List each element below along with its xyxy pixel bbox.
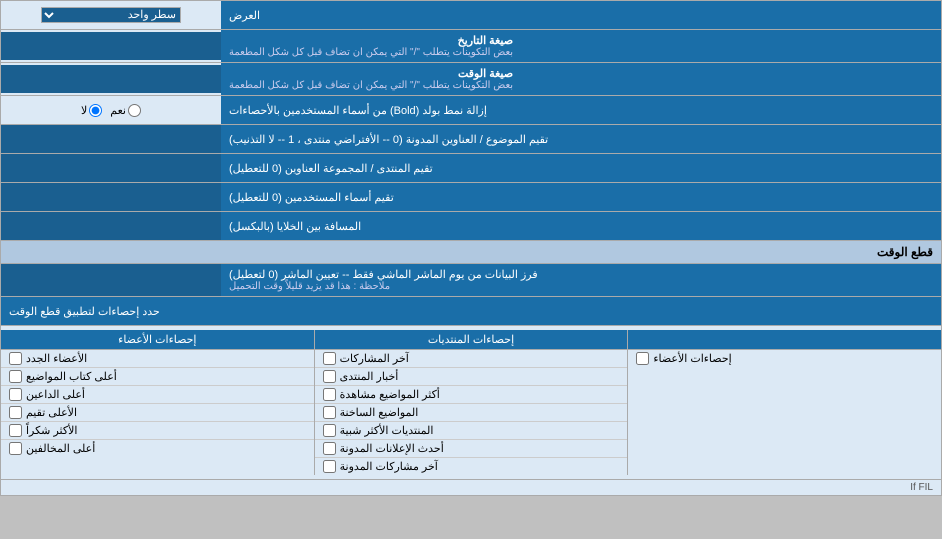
checkbox-col2: آخر المشاركات أخبار المنتدى أكثر المواضي… — [314, 350, 628, 475]
forum-order-row: تقيم المنتدى / المجموعة العناوين (0 للتع… — [1, 154, 941, 183]
list-item: آخر مشاركات المدونة — [315, 458, 628, 475]
checkbox-col2-3[interactable] — [323, 406, 336, 419]
checkbox-col2-2[interactable] — [323, 388, 336, 401]
checkbox-col1: الأعضاء الجدد أعلى كتاب المواضيع أعلى ال… — [1, 350, 314, 475]
list-item: الأكثر شكراً — [1, 422, 314, 440]
list-item: أعلى كتاب المواضيع — [1, 368, 314, 386]
list-item: أعلى المخالفين — [1, 440, 314, 457]
time-format-input[interactable]: H:i — [5, 70, 217, 88]
checkbox-col1-1[interactable] — [9, 370, 22, 383]
topics-order-input-area: 33 — [1, 125, 221, 153]
topics-order-label: تقيم الموضوع / العناوين المدونة (0 -- ال… — [221, 125, 941, 153]
list-item: الأعلى تقيم — [1, 404, 314, 422]
checkbox-col2-4[interactable] — [323, 424, 336, 437]
space-between-input-area: 2 — [1, 212, 221, 240]
radio-no[interactable] — [89, 104, 102, 117]
checkbox-col3: إحصاءات الأعضاء — [627, 350, 941, 475]
list-item: المنتديات الأكثر شبية — [315, 422, 628, 440]
remove-bold-radio-area: نعم لا — [1, 96, 221, 124]
filter-note: If FIL — [1, 480, 941, 495]
checkbox-col1-3[interactable] — [9, 406, 22, 419]
display-row: العرض سطر واحد سطرين ثلاثة أسطر — [1, 1, 941, 30]
checkbox-col2-1[interactable] — [323, 370, 336, 383]
fetch-input[interactable]: 0 — [5, 271, 217, 289]
checkbox-col2-5[interactable] — [323, 442, 336, 455]
checkbox-header-row: إحصاءات المنتديات إحصاءات الأعضاء — [1, 330, 941, 350]
date-format-label: صيغة التاريخ بعض التكوينات يتطلب "/" الت… — [221, 30, 941, 62]
forum-order-input-area: 33 — [1, 154, 221, 182]
display-select-area: سطر واحد سطرين ثلاثة أسطر — [1, 1, 221, 29]
time-format-label: صيغة الوقت بعض التكوينات يتطلب "/" التي … — [221, 63, 941, 95]
users-order-input-area: 0 — [1, 183, 221, 211]
checkbox-col2-6[interactable] — [323, 460, 336, 473]
checkbox-col1-header: إحصاءات الأعضاء — [1, 330, 314, 349]
time-format-input-area: H:i — [1, 65, 221, 93]
checkbox-col1-5[interactable] — [9, 442, 22, 455]
display-select[interactable]: سطر واحد سطرين ثلاثة أسطر — [41, 7, 181, 23]
restrict-label: حدد إحصاءات لتطبيق قطع الوقت — [1, 297, 941, 325]
topics-order-row: تقيم الموضوع / العناوين المدونة (0 -- ال… — [1, 125, 941, 154]
topics-order-input[interactable]: 33 — [5, 130, 217, 148]
space-between-input[interactable]: 2 — [5, 217, 217, 235]
checkbox-col2-header: إحصاءات المنتديات — [314, 330, 628, 349]
time-section-header: قطع الوقت — [1, 241, 941, 264]
restrict-row: حدد إحصاءات لتطبيق قطع الوقت — [1, 297, 941, 326]
checkbox-col1-4[interactable] — [9, 424, 22, 437]
fetch-label: فرز البيانات من يوم الماشر الماشي فقط --… — [221, 264, 941, 296]
forum-order-label: تقيم المنتدى / المجموعة العناوين (0 للتع… — [221, 154, 941, 182]
date-format-input-area: d-m — [1, 32, 221, 60]
space-between-label: المسافة بين الخلايا (بالبكسل) — [221, 212, 941, 240]
checkbox-col2-0[interactable] — [323, 352, 336, 365]
space-between-row: المسافة بين الخلايا (بالبكسل) 2 — [1, 212, 941, 241]
list-item: المواضيع الساخنة — [315, 404, 628, 422]
checkbox-col3-header — [627, 330, 941, 349]
checkbox-col1-0[interactable] — [9, 352, 22, 365]
fetch-input-area: 0 — [1, 264, 221, 296]
list-item: أكثر المواضيع مشاهدة — [315, 386, 628, 404]
list-item: أعلى الداعين — [1, 386, 314, 404]
remove-bold-row: إزالة نمط بولد (Bold) من أسماء المستخدمي… — [1, 96, 941, 125]
display-label: العرض — [221, 1, 941, 29]
date-format-row: صيغة التاريخ بعض التكوينات يتطلب "/" الت… — [1, 30, 941, 63]
users-order-row: تقيم أسماء المستخدمين (0 للتعطيل) 0 — [1, 183, 941, 212]
list-item: إحصاءات الأعضاء — [628, 350, 941, 367]
radio-no-label[interactable]: لا — [81, 104, 102, 117]
main-container: العرض سطر واحد سطرين ثلاثة أسطر صيغة الت… — [0, 0, 942, 496]
radio-yes-label[interactable]: نعم — [110, 104, 141, 117]
list-item: أخبار المنتدى — [315, 368, 628, 386]
forum-order-input[interactable]: 33 — [5, 159, 217, 177]
radio-yes[interactable] — [128, 104, 141, 117]
checkbox-col3-0[interactable] — [636, 352, 649, 365]
list-item: الأعضاء الجدد — [1, 350, 314, 368]
users-order-input[interactable]: 0 — [5, 188, 217, 206]
list-item: أحدث الإعلانات المدونة — [315, 440, 628, 458]
time-format-row: صيغة الوقت بعض التكوينات يتطلب "/" التي … — [1, 63, 941, 96]
checkboxes-section: إحصاءات المنتديات إحصاءات الأعضاء إحصاءا… — [1, 326, 941, 480]
date-format-input[interactable]: d-m — [5, 37, 217, 55]
checkbox-rows-container: إحصاءات الأعضاء آخر المشاركات أخبار المن… — [1, 350, 941, 475]
remove-bold-label: إزالة نمط بولد (Bold) من أسماء المستخدمي… — [221, 96, 941, 124]
checkbox-col1-2[interactable] — [9, 388, 22, 401]
fetch-row: فرز البيانات من يوم الماشر الماشي فقط --… — [1, 264, 941, 297]
list-item: آخر المشاركات — [315, 350, 628, 368]
users-order-label: تقيم أسماء المستخدمين (0 للتعطيل) — [221, 183, 941, 211]
